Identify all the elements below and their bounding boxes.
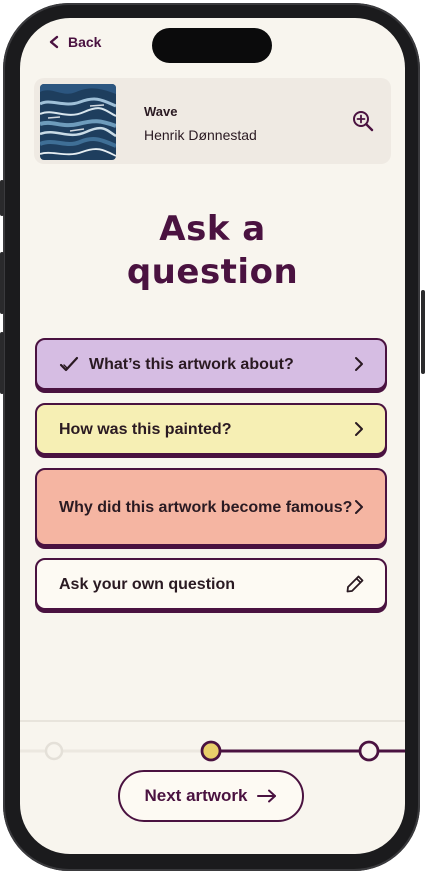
artwork-card: Wave Henrik Dønnestad [34,78,391,164]
footer-divider [20,720,405,722]
ask-own-question-label: Ask your own question [59,575,236,593]
progress-step-done [44,741,64,761]
page-title-line-2: question [126,252,299,292]
checkmark-icon [59,356,79,372]
question-label: What’s this artwork about? [89,355,294,373]
question-label: Why did this artwork become famous? [59,498,353,516]
wave-painting-image [40,84,116,160]
pencil-icon [346,575,364,593]
app-screen: Back Wave Henrik Dønnestad Ask a questio… [20,18,405,854]
next-artwork-label: Next artwork [144,786,248,805]
back-label: Back [68,34,102,50]
question-label: How was this painted? [59,420,232,438]
volume-down-button [0,332,4,394]
dynamic-island [152,28,272,63]
progress-track [20,740,405,762]
back-button[interactable]: Back [48,34,101,50]
chevron-right-icon [355,357,363,371]
zoom-in-icon[interactable] [352,110,374,132]
arrow-right-icon [257,789,277,803]
chevron-right-icon [355,422,363,436]
ask-own-question-button[interactable]: Ask your own question [35,558,387,610]
progress-step-next [358,740,380,762]
question-button-about[interactable]: What’s this artwork about? [35,338,387,390]
progress-step-current [200,740,222,762]
artwork-title: Wave [144,104,178,119]
question-button-famous[interactable]: Why did this artwork become famous? [35,468,387,546]
question-button-painted[interactable]: How was this painted? [35,403,387,455]
next-artwork-button[interactable]: Next artwork [118,770,304,822]
mute-switch [0,180,4,216]
power-button [421,290,425,374]
page-title: Ask a question [20,208,405,294]
page-title-line-1: Ask a [159,209,266,249]
artwork-thumbnail[interactable] [40,84,116,160]
volume-up-button [0,252,4,314]
chevron-left-icon [49,35,59,49]
artwork-artist: Henrik Dønnestad [144,127,257,143]
chevron-right-icon [355,500,363,514]
